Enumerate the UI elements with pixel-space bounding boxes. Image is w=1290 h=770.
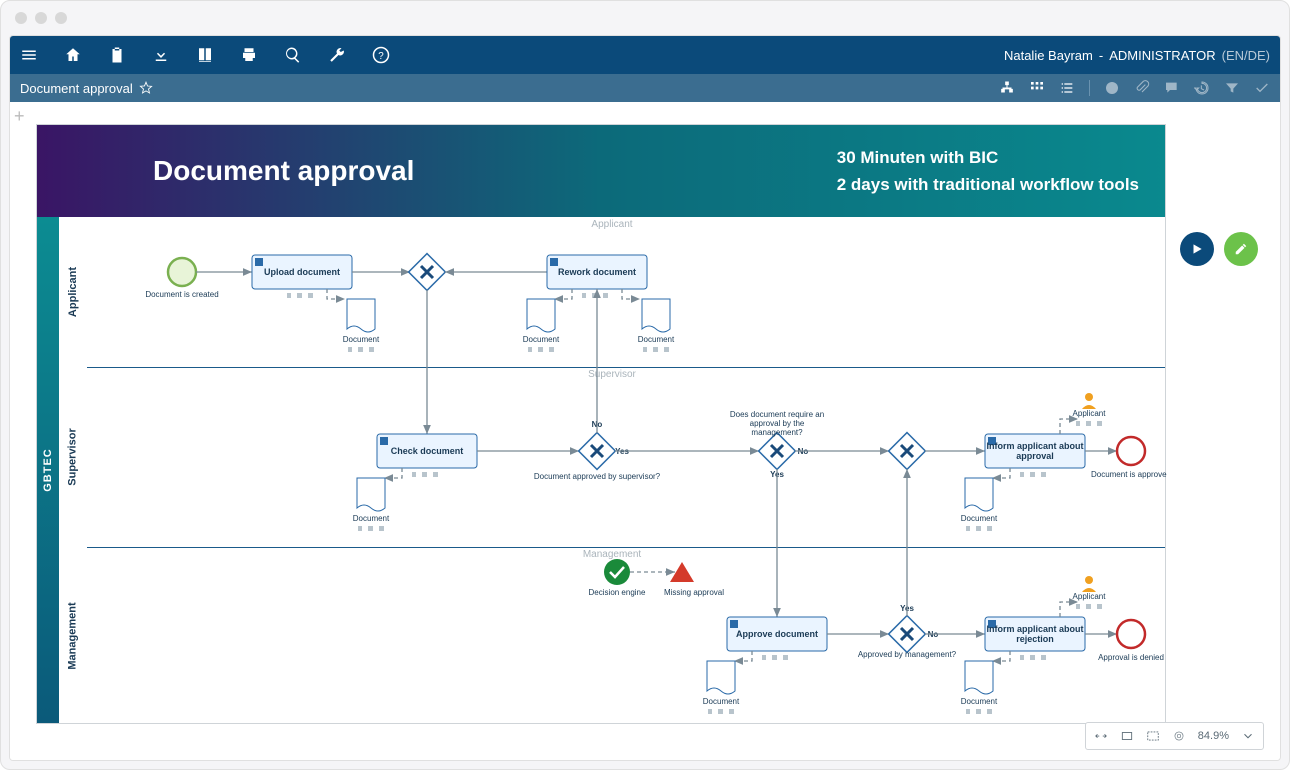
swimlanes: Applicant Supervisor Management Applican… [59, 217, 1165, 723]
svg-text:Document: Document [523, 335, 560, 344]
bpmn-diagram: Document is created Upload document Docu… [87, 217, 1167, 725]
banner-line1: 30 Minuten with BIC [837, 144, 1139, 171]
help-icon[interactable]: ? [372, 46, 390, 64]
gateway-merge-sup[interactable] [889, 433, 926, 470]
pool-label-bar: GBTEC [37, 217, 59, 723]
svg-text:Decision engine: Decision engine [589, 588, 646, 597]
center-icon[interactable] [1172, 729, 1186, 743]
bpmn-canvas[interactable]: Document approval 30 Minuten with BIC 2 … [36, 124, 1166, 724]
banner-title: Document approval [153, 155, 414, 187]
gateway-merge-top[interactable] [409, 254, 446, 291]
clipboard-icon[interactable] [108, 46, 126, 64]
window-close-dot[interactable] [15, 12, 27, 24]
search-icon[interactable] [284, 46, 302, 64]
edit-button[interactable] [1224, 232, 1258, 266]
svg-text:Rework document: Rework document [558, 267, 636, 277]
svg-text:Document: Document [961, 697, 998, 706]
fit-width-icon[interactable] [1094, 729, 1108, 743]
floating-actions [1180, 232, 1258, 266]
info-icon[interactable] [1104, 80, 1120, 96]
zoom-toolbar: 84.9% [1085, 722, 1264, 750]
svg-text:Applicant: Applicant [1073, 409, 1107, 418]
favorite-icon[interactable] [139, 81, 153, 95]
svg-text:Approval is denied: Approval is denied [1098, 653, 1164, 662]
fit-rect-icon[interactable] [1146, 729, 1160, 743]
user-name: Natalie Bayram [1004, 48, 1093, 63]
home-icon[interactable] [64, 46, 82, 64]
page-title: Document approval [20, 81, 133, 96]
filter-icon[interactable] [1224, 80, 1240, 96]
hierarchy-icon[interactable] [999, 80, 1015, 96]
browser-window: ? Natalie Bayram - ADMINISTRATOR (EN/DE)… [0, 0, 1290, 770]
banner: Document approval 30 Minuten with BIC 2 … [37, 125, 1165, 217]
history-icon[interactable] [1194, 80, 1210, 96]
window-titlebar [1, 1, 1289, 35]
fit-screen-icon[interactable] [1120, 729, 1134, 743]
banner-line2: 2 days with traditional workflow tools [837, 171, 1139, 198]
svg-text:Check document: Check document [391, 446, 464, 456]
user-role: ADMINISTRATOR [1109, 48, 1215, 63]
list-icon[interactable] [1059, 80, 1075, 96]
start-event[interactable] [168, 258, 196, 286]
breadcrumb-bar: Document approval [10, 74, 1280, 102]
svg-text:Document: Document [638, 335, 675, 344]
svg-text:Document: Document [961, 514, 998, 523]
pool-name: GBTEC [42, 448, 54, 492]
end-event-denied[interactable] [1117, 620, 1145, 648]
svg-text:Document approved by superviso: Document approved by supervisor? [534, 472, 661, 481]
lane2-label: Supervisor [67, 428, 79, 485]
svg-text:Missing approval: Missing approval [664, 588, 724, 597]
app-frame: ? Natalie Bayram - ADMINISTRATOR (EN/DE)… [9, 35, 1281, 761]
wrench-icon[interactable] [328, 46, 346, 64]
svg-text:Document: Document [703, 697, 740, 706]
svg-text:Document is created: Document is created [145, 290, 218, 299]
canvas-area[interactable]: + Document approval 30 Minuten with BIC … [10, 102, 1280, 760]
svg-text:Document is approved: Document is approved [1091, 470, 1167, 479]
svg-text:?: ? [378, 51, 384, 62]
svg-text:Document: Document [343, 335, 380, 344]
window-min-dot[interactable] [35, 12, 47, 24]
svg-text:Applicant: Applicant [1073, 592, 1107, 601]
play-button[interactable] [1180, 232, 1214, 266]
attachment-icon[interactable] [1134, 80, 1150, 96]
user-lang: (EN/DE) [1222, 48, 1270, 63]
lane3-label: Management [67, 602, 79, 669]
print-icon[interactable] [240, 46, 258, 64]
gateway-require-mgmt[interactable] [759, 433, 796, 470]
svg-text:Approve document: Approve document [736, 629, 818, 639]
lane1-label: Applicant [67, 267, 79, 317]
svg-text:Approved by management?: Approved by management? [858, 650, 957, 659]
svg-text:Does document require anapprov: Does document require anapproval by them… [730, 410, 824, 437]
check-icon[interactable] [1254, 80, 1270, 96]
gateway-supervisor-approved[interactable] [579, 433, 616, 470]
add-element-icon[interactable]: + [14, 106, 25, 127]
gateway-mgmt-approved[interactable] [889, 616, 926, 653]
decision-engine-icon [604, 559, 630, 585]
svg-text:Document: Document [353, 514, 390, 523]
user-info[interactable]: Natalie Bayram - ADMINISTRATOR (EN/DE) [1004, 48, 1270, 63]
end-event-approved[interactable] [1117, 437, 1145, 465]
menu-icon[interactable] [20, 46, 38, 64]
book-icon[interactable] [196, 46, 214, 64]
chevron-down-icon[interactable] [1241, 729, 1255, 743]
download-icon[interactable] [152, 46, 170, 64]
svg-text:Upload document: Upload document [264, 267, 340, 277]
zoom-level[interactable]: 84.9% [1198, 730, 1229, 742]
top-navbar: ? Natalie Bayram - ADMINISTRATOR (EN/DE) [10, 36, 1280, 74]
grid-icon[interactable] [1029, 80, 1045, 96]
comment-icon[interactable] [1164, 80, 1180, 96]
window-max-dot[interactable] [55, 12, 67, 24]
